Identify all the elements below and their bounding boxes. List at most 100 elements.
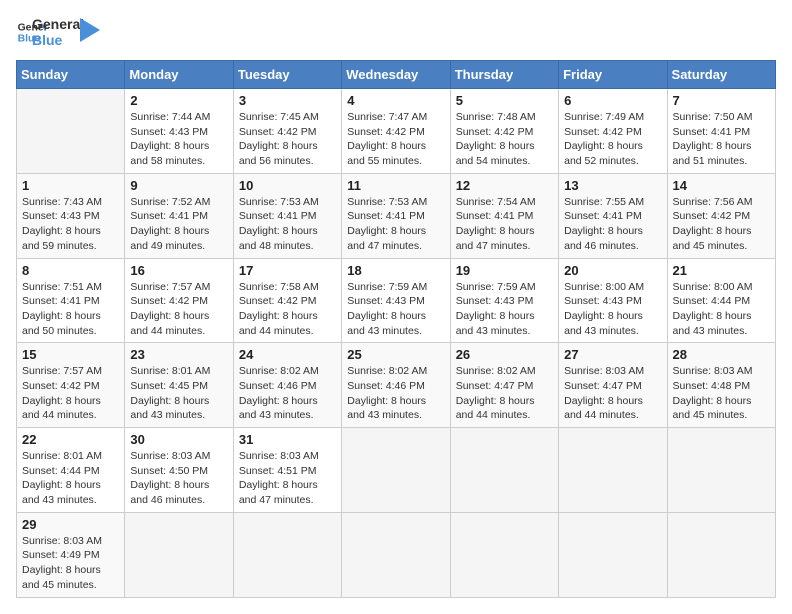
day-number: 26 [456,347,553,362]
calendar-cell: 5 Sunrise: 7:48 AMSunset: 4:42 PMDaylight… [450,89,558,174]
day-number: 15 [22,347,119,362]
calendar-cell [450,512,558,597]
calendar-cell: 31Sunrise: 8:03 AMSunset: 4:51 PMDayligh… [233,428,341,513]
calendar-cell [233,512,341,597]
calendar-week-0: 2 Sunrise: 7:44 AMSunset: 4:43 PMDaylight… [17,89,776,174]
day-info: Sunrise: 8:03 AMSunset: 4:51 PMDaylight:… [239,449,336,508]
day-info: Sunrise: 7:59 AMSunset: 4:43 PMDaylight:… [347,280,444,339]
calendar-cell: 14 Sunrise: 7:56 AMSunset: 4:42 PMDayligh… [667,173,775,258]
logo-general-text: General [32,16,84,32]
day-info: Sunrise: 7:52 AMSunset: 4:41 PMDaylight:… [130,195,227,254]
day-number: 5 [456,93,553,108]
day-number: 21 [673,263,770,278]
calendar-cell: 8Sunrise: 7:51 AMSunset: 4:41 PMDaylight… [17,258,125,343]
day-info: Sunrise: 8:02 AMSunset: 4:47 PMDaylight:… [456,364,553,423]
day-number: 16 [130,263,227,278]
day-number: 6 [564,93,661,108]
calendar-cell: 7 Sunrise: 7:50 AMSunset: 4:41 PMDaylight… [667,89,775,174]
day-number: 12 [456,178,553,193]
calendar-cell: 2 Sunrise: 7:44 AMSunset: 4:43 PMDaylight… [125,89,233,174]
day-number: 14 [673,178,770,193]
day-info: Sunrise: 7:55 AMSunset: 4:41 PMDaylight:… [564,195,661,254]
day-info: Sunrise: 7:44 AMSunset: 4:43 PMDaylight:… [130,110,227,169]
header-row: SundayMondayTuesdayWednesdayThursdayFrid… [17,61,776,89]
day-number: 17 [239,263,336,278]
calendar-cell: 20 Sunrise: 8:00 AMSunset: 4:43 PMDayligh… [559,258,667,343]
calendar-cell [125,512,233,597]
calendar-body: 2 Sunrise: 7:44 AMSunset: 4:43 PMDaylight… [17,89,776,598]
day-info: Sunrise: 8:03 AMSunset: 4:47 PMDaylight:… [564,364,661,423]
calendar-cell [342,428,450,513]
calendar-cell [342,512,450,597]
day-info: Sunrise: 8:03 AMSunset: 4:50 PMDaylight:… [130,449,227,508]
calendar-cell: 30 Sunrise: 8:03 AMSunset: 4:50 PMDayligh… [125,428,233,513]
day-info: Sunrise: 7:45 AMSunset: 4:42 PMDaylight:… [239,110,336,169]
day-info: Sunrise: 8:02 AMSunset: 4:46 PMDaylight:… [239,364,336,423]
day-number: 13 [564,178,661,193]
day-number: 7 [673,93,770,108]
day-number: 29 [22,517,119,532]
day-number: 19 [456,263,553,278]
header-cell-monday: Monday [125,61,233,89]
calendar-cell [17,89,125,174]
calendar-cell: 27 Sunrise: 8:03 AMSunset: 4:47 PMDayligh… [559,343,667,428]
day-number: 24 [239,347,336,362]
calendar-cell: 28 Sunrise: 8:03 AMSunset: 4:48 PMDayligh… [667,343,775,428]
day-info: Sunrise: 7:53 AMSunset: 4:41 PMDaylight:… [239,195,336,254]
day-info: Sunrise: 8:02 AMSunset: 4:46 PMDaylight:… [347,364,444,423]
day-info: Sunrise: 7:49 AMSunset: 4:42 PMDaylight:… [564,110,661,169]
day-number: 4 [347,93,444,108]
calendar-cell [559,428,667,513]
day-info: Sunrise: 7:56 AMSunset: 4:42 PMDaylight:… [673,195,770,254]
calendar-header: SundayMondayTuesdayWednesdayThursdayFrid… [17,61,776,89]
calendar-cell: 12 Sunrise: 7:54 AMSunset: 4:41 PMDayligh… [450,173,558,258]
calendar-cell [667,428,775,513]
calendar-cell: 24 Sunrise: 8:02 AMSunset: 4:46 PMDayligh… [233,343,341,428]
day-info: Sunrise: 7:51 AMSunset: 4:41 PMDaylight:… [22,280,119,339]
calendar-cell: 25 Sunrise: 8:02 AMSunset: 4:46 PMDayligh… [342,343,450,428]
day-info: Sunrise: 8:03 AMSunset: 4:48 PMDaylight:… [673,364,770,423]
day-info: Sunrise: 7:47 AMSunset: 4:42 PMDaylight:… [347,110,444,169]
calendar-cell [667,512,775,597]
calendar-week-2: 8Sunrise: 7:51 AMSunset: 4:41 PMDaylight… [17,258,776,343]
day-info: Sunrise: 8:00 AMSunset: 4:43 PMDaylight:… [564,280,661,339]
header-cell-sunday: Sunday [17,61,125,89]
calendar-cell [450,428,558,513]
day-info: Sunrise: 7:57 AMSunset: 4:42 PMDaylight:… [130,280,227,339]
day-info: Sunrise: 7:48 AMSunset: 4:42 PMDaylight:… [456,110,553,169]
day-info: Sunrise: 8:01 AMSunset: 4:45 PMDaylight:… [130,364,227,423]
day-number: 18 [347,263,444,278]
day-number: 3 [239,93,336,108]
page-header: General Blue General Blue [16,16,776,48]
day-number: 10 [239,178,336,193]
day-number: 1 [22,178,119,193]
day-number: 30 [130,432,227,447]
logo-blue-text: Blue [32,32,84,48]
day-number: 25 [347,347,444,362]
calendar-cell: 18 Sunrise: 7:59 AMSunset: 4:43 PMDayligh… [342,258,450,343]
day-number: 22 [22,432,119,447]
calendar-cell: 10 Sunrise: 7:53 AMSunset: 4:41 PMDayligh… [233,173,341,258]
logo: General Blue General Blue [16,16,100,48]
day-info: Sunrise: 7:50 AMSunset: 4:41 PMDaylight:… [673,110,770,169]
day-info: Sunrise: 7:59 AMSunset: 4:43 PMDaylight:… [456,280,553,339]
calendar-cell: 15Sunrise: 7:57 AMSunset: 4:42 PMDayligh… [17,343,125,428]
day-number: 20 [564,263,661,278]
day-number: 28 [673,347,770,362]
day-number: 9 [130,178,227,193]
day-info: Sunrise: 7:54 AMSunset: 4:41 PMDaylight:… [456,195,553,254]
day-info: Sunrise: 7:53 AMSunset: 4:41 PMDaylight:… [347,195,444,254]
calendar-cell: 22Sunrise: 8:01 AMSunset: 4:44 PMDayligh… [17,428,125,513]
calendar-cell: 17Sunrise: 7:58 AMSunset: 4:42 PMDayligh… [233,258,341,343]
calendar-week-4: 22Sunrise: 8:01 AMSunset: 4:44 PMDayligh… [17,428,776,513]
calendar-cell: 13 Sunrise: 7:55 AMSunset: 4:41 PMDayligh… [559,173,667,258]
calendar-cell: 6 Sunrise: 7:49 AMSunset: 4:42 PMDaylight… [559,89,667,174]
day-number: 2 [130,93,227,108]
day-number: 11 [347,178,444,193]
day-info: Sunrise: 8:03 AMSunset: 4:49 PMDaylight:… [22,534,119,593]
day-number: 27 [564,347,661,362]
header-cell-thursday: Thursday [450,61,558,89]
header-cell-friday: Friday [559,61,667,89]
calendar-cell [559,512,667,597]
calendar-cell: 29 Sunrise: 8:03 AMSunset: 4:49 PMDayligh… [17,512,125,597]
